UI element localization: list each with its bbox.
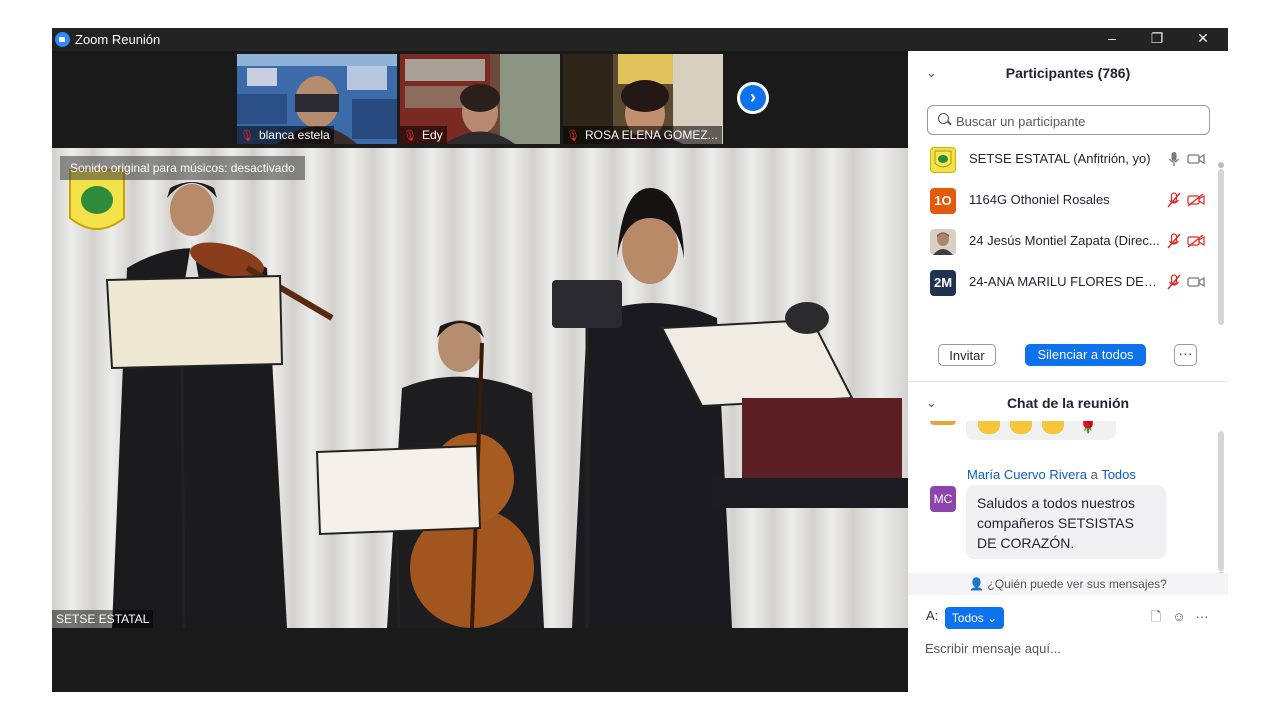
message-bubble: Saludos a todos nuestros compañeros SETS… [966,485,1166,559]
participant-name-label: 🎙 Edy [400,126,447,144]
mic-muted-icon[interactable] [1167,192,1181,208]
participants-header: ⌄ Participantes (786) [908,53,1228,93]
chevron-down-icon: ⌄ [987,611,998,625]
participant-name: 24 Jesús Montiel Zapata (Direc... [969,233,1160,248]
camera-off-icon[interactable] [1187,193,1205,207]
window-title: Zoom Reunión [75,32,161,47]
next-page-button[interactable]: › [737,82,769,114]
clap-emoji-icon [978,421,1000,434]
chat-scrollbar[interactable] [1218,431,1224,578]
clap-emoji-icon [1010,421,1032,434]
emoji-icon[interactable]: ☺ [1171,609,1187,625]
zoom-logo-icon [55,32,70,47]
mic-muted-icon[interactable] [1167,274,1181,290]
participant-search[interactable] [927,105,1210,135]
participants-scrollbar[interactable] [1218,162,1224,325]
more-options-button[interactable]: ··· [1174,344,1197,366]
camera-on-icon[interactable] [1187,152,1205,166]
chat-title: Chat de la reunión [1006,395,1130,411]
participant-row[interactable]: SETSE ESTATAL (Anfitrión, yo) [908,139,1214,180]
mute-all-button[interactable]: Silenciar a todos [1025,344,1146,366]
clap-emoji-icon [1042,421,1064,434]
mic-muted-icon[interactable] [1167,233,1181,249]
camera-off-icon[interactable] [1187,234,1205,248]
restore-button[interactable]: ❐ [1134,28,1180,51]
chevron-right-icon: › [740,85,766,111]
avatar: 1O [930,188,956,214]
video-stage: 🎙 blanca estela 🎙 Edy 🎙 ROSA ELENA GOMEZ… [52,51,908,692]
minimize-button[interactable]: – [1089,28,1135,51]
message-connector: a [1090,467,1098,482]
active-speaker-video: Sonido original para músicos: desactivad… [52,148,908,628]
side-panel: ⌄ Participantes (786) SETSE ESTATAL (Anf… [908,51,1228,692]
muted-mic-icon: 🎙 [403,130,417,142]
message-input[interactable]: Escribir mensaje aquí... [925,641,1215,656]
participant-list: SETSE ESTATAL (Anfitrión, yo) 1O 1164G O… [908,139,1214,303]
participant-name-label: 🎙 blanca estela [237,126,334,144]
participant-name-label: 🎙 ROSA ELENA GOMEZ... [563,126,722,144]
person-icon: 👤 [969,577,985,591]
recipient-dropdown[interactable]: Todos ⌄ [945,607,1004,629]
avatar-image [933,232,953,255]
avatar [930,421,956,425]
participant-row[interactable]: 2M 24-ANA MARILU FLORES DEL A... [908,262,1214,303]
avatar: MC [930,486,956,512]
participant-row[interactable]: 1O 1164G Othoniel Rosales [908,180,1214,221]
avatar-image [934,150,952,168]
participants-title: Participantes (786) [1005,65,1131,81]
close-button[interactable]: ✕ [1180,28,1226,51]
muted-mic-icon: 🎙 [240,130,254,142]
participant-name: SETSE ESTATAL (Anfitrión, yo) [969,151,1151,166]
message-sender[interactable]: María Cuervo Rivera [967,467,1087,482]
muted-mic-icon: 🎙 [566,130,580,142]
camera-on-icon[interactable] [1187,275,1205,289]
to-label: A: [926,608,939,623]
invite-button[interactable]: Invitar [938,344,996,366]
more-icon[interactable]: ··· [1194,609,1210,625]
gallery-strip: 🎙 blanca estela 🎙 Edy 🎙 ROSA ELENA GOMEZ… [52,51,908,146]
search-input[interactable] [954,111,1208,131]
speaker-name-label: SETSE ESTATAL [52,610,154,628]
rose-emoji-icon: 🌹 [1078,421,1098,434]
chat-messages: 🌹 María Cuervo Rivera a Todos MC Saludos… [908,421,1218,571]
mic-on-icon[interactable] [1167,151,1181,167]
file-icon[interactable]: 🗋 [1148,609,1164,625]
avatar: 2M [930,270,956,296]
collapse-chevron-icon[interactable]: ⌄ [926,383,937,423]
title-bar: Zoom Reunión – ❐ ✕ [52,28,1228,51]
message-recipient: Todos [1101,467,1136,482]
participant-thumbnail[interactable]: 🎙 ROSA ELENA GOMEZ... [563,54,723,144]
participant-thumbnail[interactable]: 🎙 blanca estela [237,54,397,144]
avatar [930,147,956,173]
video-feed [52,148,908,628]
who-can-see-messages[interactable]: 👤 ¿Quién puede ver sus mensajes? [908,573,1228,595]
chat-header: ⌄ Chat de la reunión [908,383,1228,423]
participant-row[interactable]: 24 Jesús Montiel Zapata (Direc... [908,221,1214,262]
search-icon [938,113,949,124]
section-divider [908,381,1228,382]
avatar [930,229,956,255]
participant-thumbnail[interactable]: 🎙 Edy [400,54,560,144]
original-sound-status[interactable]: Sonido original para músicos: desactivad… [60,156,305,180]
zoom-window: Zoom Reunión – ❐ ✕ 🎙 blanca estela 🎙 Edy… [52,28,1228,692]
message-header: María Cuervo Rivera a Todos [967,467,1136,482]
recipient-value: Todos [951,611,984,625]
who-can-see-label: ¿Quién puede ver sus mensajes? [987,577,1167,591]
participant-name: 1164G Othoniel Rosales [969,192,1110,207]
collapse-chevron-icon[interactable]: ⌄ [926,53,937,93]
emoji-message-bubble: 🌹 [966,421,1116,440]
participant-name: 24-ANA MARILU FLORES DEL A... [969,274,1161,289]
